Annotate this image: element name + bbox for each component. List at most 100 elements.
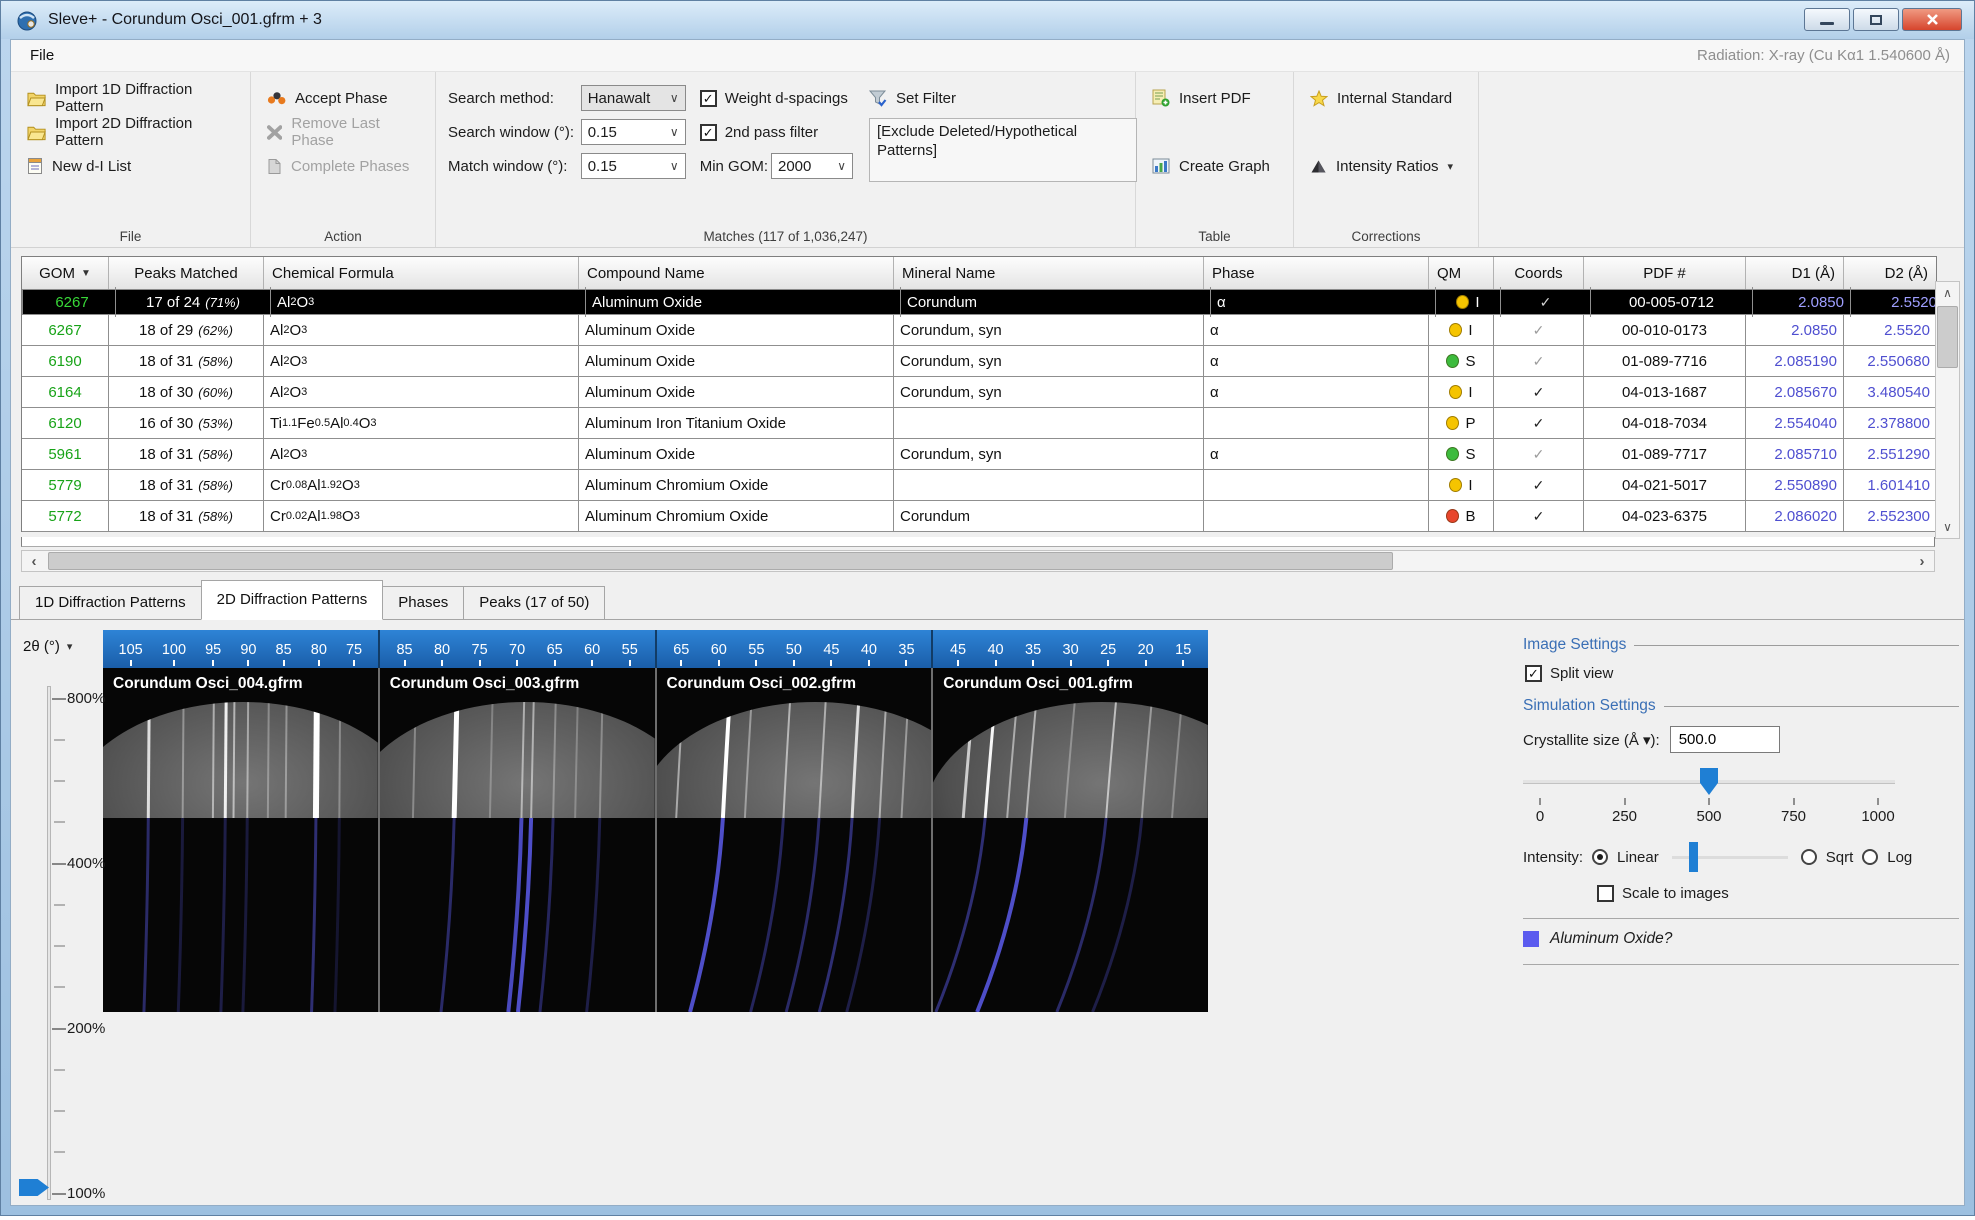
filter-description-box: [Exclude Deleted/Hypothetical Patterns] [869,118,1137,182]
diffraction-panel[interactable]: Corundum Osci_003.gfrm [378,668,655,1012]
internal-standard-button[interactable]: Internal Standard [1306,84,1468,112]
column-header-peaks-matched[interactable]: Peaks Matched [109,257,264,289]
scroll-up-arrow[interactable]: ∧ [1936,282,1959,304]
theta-axis-label: 2θ (°) [23,638,60,655]
ruler-segment: 45403530252015 [931,630,1208,668]
zoom-minor-tick [54,945,65,947]
intensity-log-radio[interactable] [1862,849,1878,865]
accept-phase-button[interactable]: Accept Phase [263,84,425,112]
scroll-left-icon: ‹ [32,553,37,570]
weight-dspacings-checkbox[interactable]: ✓ [700,90,717,107]
column-header-d1[interactable]: D1 (Å) [1746,257,1844,289]
insert-pdf-button[interactable]: Insert PDF [1148,84,1283,112]
vscroll-track[interactable] [1936,304,1959,516]
theta-axis-dropdown[interactable]: 2θ (°) ▾ [23,638,72,655]
table-hscrollbar[interactable]: ‹ › [21,550,1935,572]
scroll-down-arrow[interactable]: ∨ [1936,516,1959,538]
diffraction-image [657,668,932,1012]
hscroll-track[interactable] [46,551,1910,571]
hscroll-thumb[interactable] [48,552,1393,570]
group-caption: Corrections [1294,229,1478,244]
column-header-pdf[interactable]: PDF # [1584,257,1746,289]
split-view-checkbox[interactable]: ✓ [1525,665,1542,682]
toolbar-empty-space [1479,72,1964,247]
column-header-phase[interactable]: Phase [1204,257,1429,289]
column-header-gom[interactable]: GOM▼ [22,257,109,289]
min-gom-select[interactable]: 2000 ∨ [771,153,853,179]
table-row[interactable]: 596118 of 31(58%)Al2O3Aluminum OxideCoru… [22,439,1950,470]
intensity-sqrt-radio[interactable] [1801,849,1817,865]
import-2d-pattern-button[interactable]: Import 2D Diffraction Pattern [23,118,240,146]
column-label: Compound Name [587,265,705,282]
complete-phases-button[interactable]: Complete Phases [263,152,425,180]
intensity-slider[interactable] [1672,841,1788,873]
close-button[interactable] [1902,8,1962,31]
toolbar-label: Intensity Ratios [1336,158,1439,175]
column-header-d2[interactable]: D2 (Å) [1844,257,1936,289]
table-row[interactable]: 577218 of 31(58%)Cr0.02Al1.98O3Aluminum … [22,501,1950,532]
zoom-scale-slider[interactable]: 800%400%200%100% [11,680,103,1220]
zoom-track[interactable] [47,686,51,1200]
remove-last-phase-button[interactable]: Remove Last Phase [263,118,425,146]
column-label: D1 (Å) [1792,265,1835,282]
d1-cell: 2.0850 [1746,315,1844,345]
tab-phases[interactable]: Phases [382,586,464,619]
intensity-slider-thumb[interactable] [1689,842,1698,872]
tab-1d-diffraction-patterns[interactable]: 1D Diffraction Patterns [19,586,202,619]
scroll-right-arrow[interactable]: › [1910,551,1934,571]
ruler-tick: 105 [119,642,143,666]
tab-peaks[interactable]: Peaks (17 of 50) [463,586,605,619]
zoom-minor-tick [54,1110,65,1112]
image-settings-label: Image Settings [1523,636,1626,654]
column-header-compound-name[interactable]: Compound Name [579,257,894,289]
settings-panel: Image Settings ✓ Split view Simulation S… [1523,636,1959,965]
new-di-list-button[interactable]: New d-I List [23,152,240,180]
import-1d-pattern-button[interactable]: Import 1D Diffraction Pattern [23,84,240,112]
table-row[interactable]: 577918 of 31(58%)Cr0.08Al1.92O3Aluminum … [22,470,1950,501]
slider-thumb[interactable] [1700,768,1718,795]
column-header-mineral-name[interactable]: Mineral Name [894,257,1204,289]
tab-2d-diffraction-patterns[interactable]: 2D Diffraction Patterns [201,580,384,620]
mineral-name-cell: Corundum, syn [894,439,1204,469]
table-vscrollbar[interactable]: ∧ ∨ [1935,281,1960,539]
gom-cell: 6267 [29,287,116,317]
zoom-thumb[interactable] [19,1179,49,1196]
intensity-log-label: Log [1887,849,1912,866]
create-graph-button[interactable]: Create Graph [1148,152,1283,180]
peaks-matched-cell: 18 of 29(62%) [109,315,264,345]
column-header-qm[interactable]: QM [1429,257,1494,289]
search-method-select[interactable]: Hanawalt ∨ [581,85,686,111]
2nd-pass-filter-checkbox[interactable]: ✓ [700,124,717,141]
table-row[interactable]: 626717 of 24(71%)Al2O3Aluminum OxideCoru… [22,289,1950,315]
table-row[interactable]: 619018 of 31(58%)Al2O3Aluminum OxideCoru… [22,346,1950,377]
match-window-select[interactable]: 0.15 ∨ [581,153,686,179]
heading-rule [1634,645,1959,646]
scale-to-images-checkbox[interactable] [1597,885,1614,902]
vscroll-thumb[interactable] [1937,306,1958,368]
column-header-chemical-formula[interactable]: Chemical Formula [264,257,579,289]
set-filter-button[interactable]: Set Filter [869,84,1125,112]
table-row[interactable]: 626718 of 29(62%)Al2O3Aluminum OxideCoru… [22,315,1950,346]
maximize-button[interactable] [1853,8,1899,31]
crystallite-size-input[interactable] [1670,726,1780,753]
menu-file[interactable]: File [24,40,60,72]
intensity-ratios-button[interactable]: Intensity Ratios ▾ [1306,152,1468,180]
table-row[interactable]: 612016 of 30(53%)Ti1.1Fe0.5Al0.4O3Alumin… [22,408,1950,439]
intensity-linear-radio[interactable] [1592,849,1608,865]
zoom-major-tick [52,1028,66,1030]
ruler-tick: 80 [434,642,450,666]
qm-cell: S [1429,439,1494,469]
minimize-button[interactable] [1804,8,1850,31]
search-window-select[interactable]: 0.15 ∨ [581,119,686,145]
slider-tick-labels: 02505007501000 [1523,798,1895,825]
column-header-coords[interactable]: Coords [1494,257,1584,289]
qm-status-dot [1449,385,1462,399]
diffraction-panel[interactable]: Corundum Osci_001.gfrm [931,668,1208,1012]
crystallite-size-slider[interactable] [1523,765,1895,797]
match-window-value: 0.15 [588,158,617,175]
table-row[interactable]: 616418 of 30(60%)Al2O3Aluminum OxideCoru… [22,377,1950,408]
diffraction-panel[interactable]: Corundum Osci_004.gfrm [103,668,378,1012]
qm-cell: S [1429,346,1494,376]
scroll-left-arrow[interactable]: ‹ [22,551,46,571]
diffraction-panel[interactable]: Corundum Osci_002.gfrm [655,668,932,1012]
